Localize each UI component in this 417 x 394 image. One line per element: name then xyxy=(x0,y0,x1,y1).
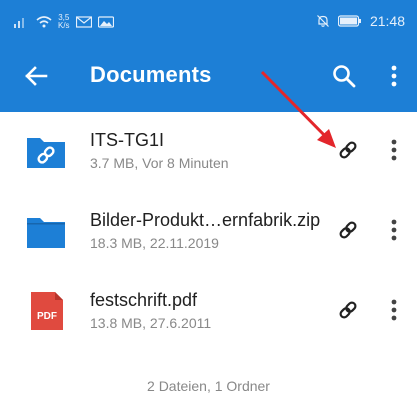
file-meta: 18.3 MB, 22.11.2019 xyxy=(90,235,219,251)
network-speed: 3,5 K/s xyxy=(58,14,70,30)
search-icon[interactable] xyxy=(330,62,358,90)
share-link-icon[interactable] xyxy=(336,218,360,242)
file-name: Bilder-Produkt…ernfabrik.zip xyxy=(90,210,321,230)
network-speed-unit: K/s xyxy=(58,21,70,30)
zip-folder-icon xyxy=(27,218,65,248)
folder-summary: 2 Dateien, 1 Ordner xyxy=(147,378,270,394)
signal-icon xyxy=(14,18,24,28)
list-item[interactable]: PDF festschrift.pdf 13.8 MB, 27.6.2011 xyxy=(0,272,417,352)
bell-mute-icon xyxy=(317,15,329,27)
file-meta: 3.7 MB, Vor 8 Minuten xyxy=(90,155,229,171)
pdf-icon-label: PDF xyxy=(37,311,57,322)
share-link-icon[interactable] xyxy=(336,298,360,322)
item-more-icon[interactable] xyxy=(386,216,402,244)
status-left: 3,5 K/s xyxy=(14,14,114,30)
shared-folder-icon xyxy=(27,138,65,168)
file-name: ITS-TG1I xyxy=(90,130,165,150)
page-title: Documents xyxy=(90,62,212,87)
app-bar: Documents xyxy=(0,40,417,112)
mail-icon xyxy=(75,16,92,28)
share-link-icon[interactable] xyxy=(336,138,360,162)
back-arrow-icon[interactable] xyxy=(22,62,50,90)
item-more-icon[interactable] xyxy=(386,136,402,164)
battery-icon xyxy=(337,15,361,27)
clock: 21:48 xyxy=(369,13,405,29)
item-more-icon[interactable] xyxy=(386,296,402,324)
pdf-icon: PDF xyxy=(31,292,63,330)
status-bar: 3,5 K/s 21:48 xyxy=(0,0,417,40)
more-vert-icon[interactable] xyxy=(384,62,404,90)
file-meta: 13.8 MB, 27.6.2011 xyxy=(90,315,212,331)
list-item[interactable]: Bilder-Produkt…ernfabrik.zip 18.3 MB, 22… xyxy=(0,192,417,272)
image-notification-icon xyxy=(97,16,114,28)
file-name: festschrift.pdf xyxy=(90,290,198,310)
status-right: 21:48 xyxy=(316,13,405,29)
wifi-icon xyxy=(36,16,52,28)
list-item[interactable]: ITS-TG1I 3.7 MB, Vor 8 Minuten xyxy=(0,112,417,192)
